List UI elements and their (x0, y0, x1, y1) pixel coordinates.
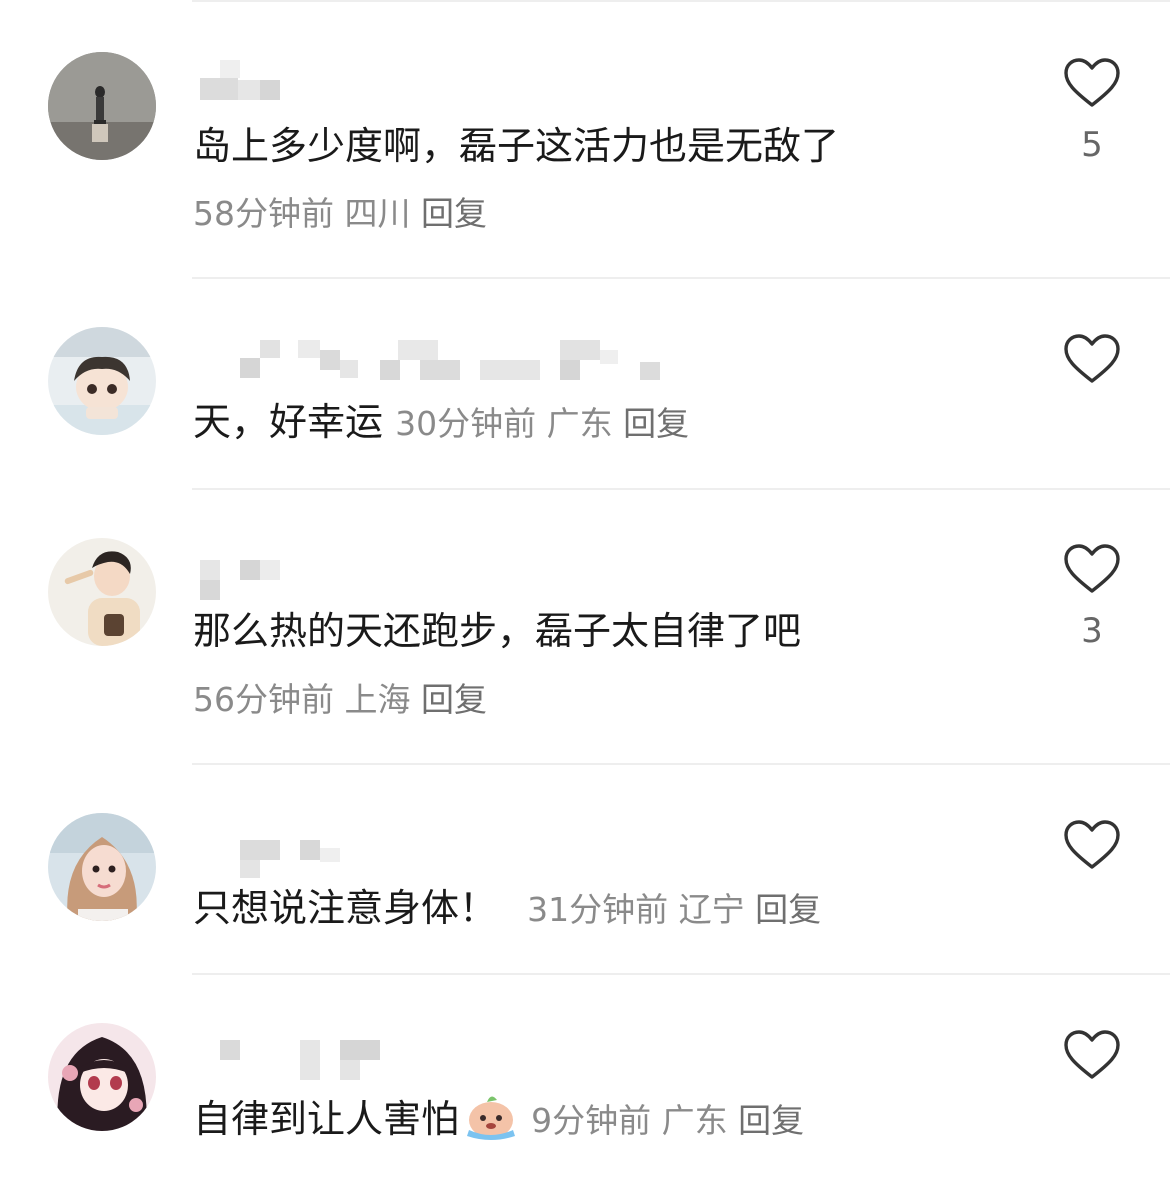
comment-location: 四川 (344, 194, 411, 233)
comment-time: 56分钟前 (193, 680, 334, 719)
reply-button[interactable]: 回复 (755, 890, 821, 929)
reply-button[interactable]: 回复 (738, 1101, 804, 1140)
reply-button[interactable]: 回复 (421, 680, 487, 719)
comment-time: 31分钟前 (527, 890, 669, 929)
divider (192, 763, 1170, 765)
comment-text: 天，好幸运 (193, 400, 384, 444)
comment-meta: 30分钟前 广东 回复 (395, 404, 689, 443)
heart-outline-icon[interactable] (1062, 543, 1122, 595)
comment-meta: 56分钟前 上海 回复 (193, 676, 487, 724)
comment-text-row: 只想说注意身体！ 31分钟前 辽宁 回复 (193, 880, 1030, 938)
comment-text: 岛上多少度啊，磊子这活力也是无敌了 (193, 124, 840, 168)
heart-outline-icon[interactable] (1062, 333, 1122, 385)
comment-time: 9分钟前 (531, 1101, 652, 1140)
avatar-image (48, 538, 156, 646)
comment-location: 广东 (661, 1101, 728, 1140)
comment-location: 辽宁 (678, 890, 745, 929)
avatar[interactable] (48, 813, 156, 921)
comment-meta: 31分钟前 辽宁 回复 (527, 890, 821, 929)
comment-text: 自律到让人害怕 (193, 1097, 460, 1141)
heart-outline-icon[interactable] (1062, 819, 1122, 871)
comment-text: 那么热的天还跑步，磊子太自律了吧 (193, 609, 802, 653)
like-count: 3 (1081, 611, 1103, 651)
comment-text-row: 自律到让人害怕 9分钟前 广东 回复 (193, 1090, 1030, 1155)
avatar[interactable] (48, 52, 156, 160)
comment-time: 58分钟前 (193, 194, 334, 233)
comment-text-row: 天，好幸运 30分钟前 广东 回复 (193, 394, 1030, 452)
avatar[interactable] (48, 1023, 156, 1131)
comment-meta: 9分钟前 广东 回复 (531, 1101, 804, 1140)
reply-button[interactable]: 回复 (623, 404, 689, 443)
avatar-image (48, 327, 156, 435)
comment-time: 30分钟前 (395, 404, 537, 443)
avatar[interactable] (48, 538, 156, 646)
username-blurred[interactable] (198, 560, 678, 602)
avatar[interactable] (48, 327, 156, 435)
comment-meta: 58分钟前 四川 回复 (193, 190, 487, 238)
like-count: 5 (1081, 125, 1103, 165)
comment-location: 广东 (546, 404, 613, 443)
username-blurred[interactable] (198, 1040, 678, 1082)
divider (192, 973, 1170, 975)
reply-button[interactable]: 回复 (421, 194, 487, 233)
avatar-image (48, 52, 156, 160)
divider (192, 488, 1170, 490)
username-blurred[interactable] (198, 340, 678, 382)
heart-outline-icon[interactable] (1062, 57, 1122, 109)
username-blurred[interactable] (198, 838, 678, 880)
username-blurred[interactable] (198, 60, 678, 102)
avatar-image (48, 813, 156, 921)
divider (192, 277, 1170, 279)
divider (192, 0, 1170, 2)
comment-text: 只想说注意身体！ (193, 886, 498, 930)
heart-outline-icon[interactable] (1062, 1029, 1122, 1081)
avatar-image (48, 1023, 156, 1131)
crying-emoji-icon (463, 1090, 519, 1155)
comment-location: 上海 (344, 680, 411, 719)
